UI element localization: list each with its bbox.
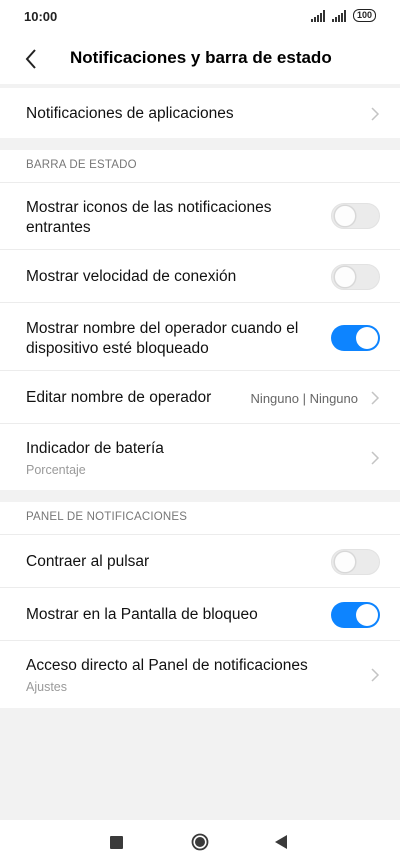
toggle-switch[interactable] — [331, 264, 380, 290]
toggle-switch[interactable] — [331, 549, 380, 575]
list-item-label: Indicador de batería — [26, 440, 164, 457]
list-item-panel-shortcut[interactable]: Acceso directo al Panel de notificacione… — [0, 641, 400, 708]
app-notifications-row[interactable]: Notificaciones de aplicaciones — [0, 88, 400, 138]
back-arrow-icon[interactable] — [20, 46, 46, 72]
list-item-label: Mostrar en la Pantalla de bloqueo — [26, 606, 258, 623]
list-item-label: Acceso directo al Panel de notificacione… — [26, 657, 308, 674]
list-item-show-connection-speed[interactable]: Mostrar velocidad de conexión — [0, 250, 400, 303]
toggle-switch[interactable] — [331, 602, 380, 628]
list-item-sublabel: Porcentaje — [26, 463, 86, 477]
page-title: Notificaciones y barra de estado — [70, 48, 332, 67]
app-notifications-section: Notificaciones de aplicaciones — [0, 88, 400, 138]
signal-icon — [331, 9, 346, 22]
list-item-label: Mostrar nombre del operador cuando el di… — [26, 320, 299, 357]
status-bar: 10:00 100 — [0, 0, 400, 34]
chevron-right-icon — [371, 391, 380, 405]
list-item-label: Mostrar velocidad de conexión — [26, 268, 237, 285]
list-item-show-operator-locked[interactable]: Mostrar nombre del operador cuando el di… — [0, 303, 400, 371]
toggle-switch[interactable] — [331, 325, 380, 351]
list-item-show-notification-icons[interactable]: Mostrar iconos de las notificaciones ent… — [0, 183, 400, 250]
status-bar-section: BARRA DE ESTADO Mostrar iconos de las no… — [0, 150, 400, 490]
section-title-status-bar: BARRA DE ESTADO — [26, 159, 137, 171]
app-notifications-label: Notificaciones de aplicaciones — [26, 105, 234, 122]
notification-panel-section: PANEL DE NOTIFICACIONES Contraer al puls… — [0, 502, 400, 708]
battery-icon: 100 — [352, 9, 376, 22]
status-time: 10:00 — [24, 9, 58, 24]
list-item-label: Mostrar iconos de las notificaciones ent… — [26, 199, 272, 236]
list-item-collapse-on-tap[interactable]: Contraer al pulsar — [0, 535, 400, 588]
list-item-edit-operator-name[interactable]: Editar nombre de operador Ninguno | Ning… — [0, 371, 400, 424]
list-item-battery-indicator[interactable]: Indicador de batería Porcentaje — [0, 424, 400, 490]
back-triangle-icon[interactable] — [274, 834, 288, 850]
chevron-right-icon — [371, 107, 380, 121]
list-item-label: Contraer al pulsar — [26, 553, 150, 570]
chevron-right-icon — [371, 451, 380, 465]
toggle-switch[interactable] — [331, 203, 380, 229]
list-item-show-on-lockscreen[interactable]: Mostrar en la Pantalla de bloqueo — [0, 588, 400, 641]
chevron-right-icon — [371, 668, 380, 682]
operator-name-value: Ninguno | Ninguno — [250, 391, 358, 406]
navigation-bar — [0, 820, 400, 866]
app-header: Notificaciones y barra de estado — [0, 34, 400, 84]
section-title-notification-panel: PANEL DE NOTIFICACIONES — [26, 511, 188, 523]
signal-icon — [310, 9, 325, 22]
home-circle-icon[interactable] — [191, 833, 209, 851]
recents-square-icon[interactable] — [110, 836, 123, 849]
list-item-sublabel: Ajustes — [26, 680, 67, 694]
